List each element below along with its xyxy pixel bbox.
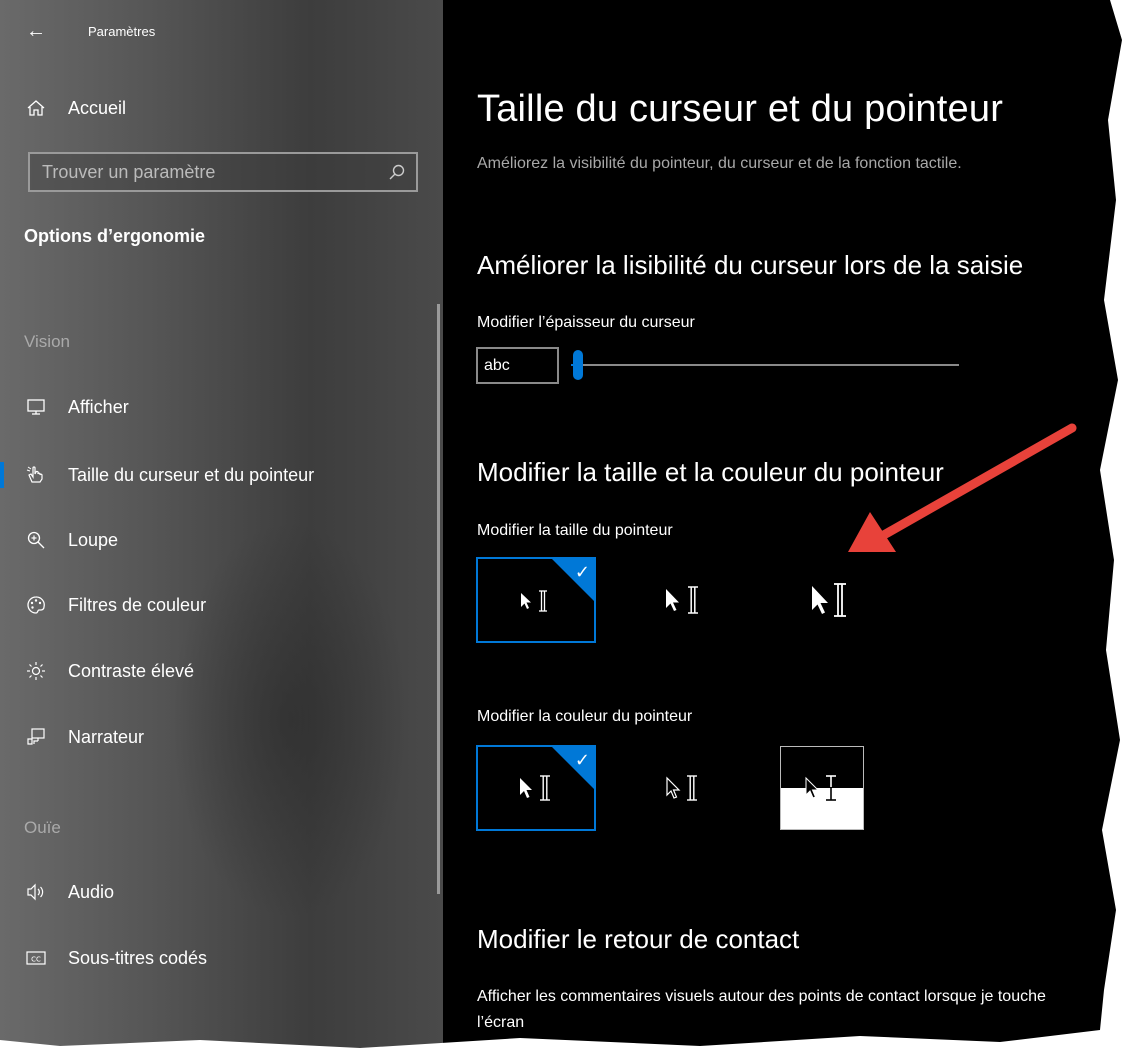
sidebar-item-cursor-pointer[interactable]: Taille du curseur et du pointeur (24, 460, 314, 490)
sidebar-item-label: Loupe (68, 529, 119, 550)
pointer-color-option-black[interactable] (623, 745, 743, 831)
sidebar-item-sous-titres[interactable]: CC Sous-titres codés (24, 943, 207, 973)
sidebar-item-label: Taille du curseur et du pointeur (68, 464, 315, 485)
sun-icon (24, 659, 48, 683)
sidebar-item-narrateur[interactable]: Narrateur (24, 722, 144, 752)
pointer-size-option-large[interactable] (768, 557, 888, 643)
cursor-thickness-slider-thumb[interactable] (573, 350, 583, 380)
home-label: Accueil (68, 97, 127, 118)
search-box[interactable] (28, 152, 418, 192)
pointer-size-option-medium[interactable] (623, 557, 743, 643)
cc-icon: CC (24, 946, 48, 970)
checkmark-icon: ✓ (574, 750, 590, 770)
group-label-vision: Vision (24, 332, 70, 351)
monitor-icon (24, 395, 48, 419)
cursor-section-heading: Améliorer la lisibilité du curseur lors … (477, 250, 1024, 280)
pointer-preview-icon (666, 775, 697, 801)
touch-section-heading: Modifier le retour de contact (477, 924, 800, 954)
selected-indicator (0, 462, 4, 488)
home-button[interactable]: Accueil (24, 93, 126, 123)
sidebar: ← Paramètres Accueil Options d’ergonomie… (0, 0, 443, 1048)
page-description: Améliorez la visibilité du pointeur, du … (477, 155, 962, 172)
pointer-section-heading: Modifier la taille et la couleur du poin… (477, 457, 944, 487)
search-input[interactable] (30, 154, 370, 190)
sidebar-item-contraste[interactable]: Contraste élevé (24, 656, 194, 686)
cursor-preview-box: abc (476, 347, 559, 384)
sidebar-item-audio[interactable]: Audio (24, 877, 114, 907)
page-title: Taille du curseur et du pointeur (477, 88, 1004, 130)
pointer-preview-icon (805, 775, 836, 801)
sidebar-item-loupe[interactable]: Loupe (24, 525, 118, 555)
home-icon (24, 96, 48, 120)
touch-feedback-text: Afficher les commentaires visuels autour… (477, 988, 1046, 1031)
pointer-preview-icon (812, 583, 846, 617)
sidebar-item-label: Sous-titres codés (68, 947, 208, 968)
back-arrow-icon[interactable]: ← (26, 20, 46, 43)
section-title: Options d’ergonomie (24, 226, 206, 246)
group-label-ouie: Ouïe (24, 818, 61, 837)
pointer-size-option-small[interactable]: ✓ (476, 557, 596, 643)
sidebar-scrollbar[interactable] (437, 304, 440, 894)
pointer-color-label: Modifier la couleur du pointeur (477, 708, 693, 725)
pointer-color-option-inverted[interactable] (780, 746, 864, 830)
pointer-color-option-white[interactable]: ✓ (476, 745, 596, 831)
sidebar-item-filtres[interactable]: Filtres de couleur (24, 590, 206, 620)
checkmark-icon: ✓ (574, 562, 590, 582)
sidebar-item-afficher[interactable]: Afficher (24, 392, 129, 422)
main-content: Taille du curseur et du pointeur Amélior… (443, 0, 1122, 1048)
sidebar-item-label: Audio (68, 881, 115, 902)
pointer-preview-icon (666, 586, 698, 614)
narrator-icon (24, 725, 48, 749)
speaker-icon (24, 880, 48, 904)
search-icon[interactable] (388, 163, 406, 186)
sidebar-item-label: Contraste élevé (68, 660, 195, 681)
pointer-size-label: Modifier la taille du pointeur (477, 522, 673, 539)
cursor-thickness-slider-track[interactable] (583, 364, 959, 366)
svg-text:CC: CC (31, 956, 41, 964)
sidebar-item-label: Afficher (68, 396, 129, 417)
sidebar-item-label: Filtres de couleur (68, 594, 207, 615)
app-title: Paramètres (88, 24, 156, 39)
pointer-hand-icon (24, 463, 48, 487)
cursor-thickness-label: Modifier l’épaisseur du curseur (477, 314, 695, 331)
magnifier-icon (24, 528, 48, 552)
sidebar-item-label: Narrateur (68, 726, 145, 747)
palette-icon (24, 593, 48, 617)
